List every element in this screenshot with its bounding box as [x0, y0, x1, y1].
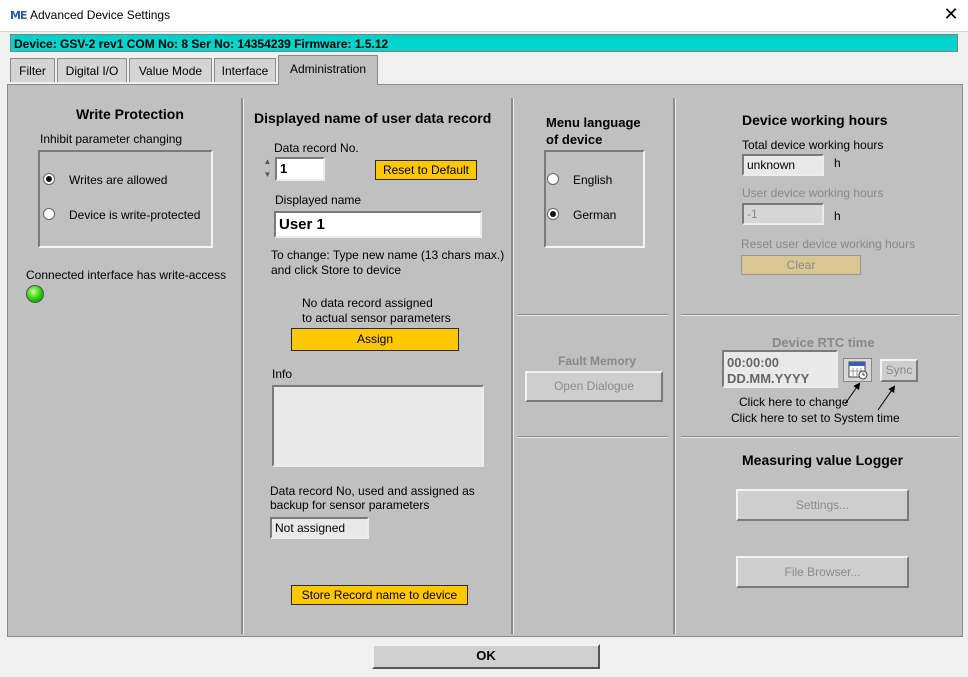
displayed-name-input[interactable]: User 1 [274, 211, 482, 238]
info-box [272, 385, 484, 467]
tab-digital-io[interactable]: Digital I/O [57, 58, 127, 82]
total-hours-unit: h [834, 156, 841, 170]
fault-memory-title: Fault Memory [558, 354, 637, 368]
total-hours-label: Total device working hours [742, 138, 884, 152]
calendar-clock-icon[interactable] [843, 358, 872, 382]
change-hint-line1: To change: Type new name (13 chars max.) [271, 248, 505, 262]
write-access-led-icon [26, 285, 44, 303]
radio-writes-allowed[interactable] [43, 173, 55, 185]
user-hours-field: -1 [742, 203, 824, 225]
section-divider [681, 314, 959, 316]
backup-label-line2: backup for sensor parameters [270, 498, 430, 512]
tab-interface[interactable]: Interface [214, 58, 276, 82]
tab-administration[interactable]: Administration [278, 55, 378, 85]
title-bar: ME Advanced Device Settings ✕ [0, 0, 968, 32]
working-hours-title: Device working hours [742, 112, 888, 128]
record-no-input[interactable]: 1 [275, 157, 325, 181]
user-hours-unit: h [834, 209, 841, 223]
ok-button[interactable]: OK [372, 644, 600, 669]
german-label: German [573, 208, 617, 222]
section-divider [518, 314, 668, 316]
user-hours-label: User device working hours [742, 186, 884, 200]
language-group [544, 150, 645, 248]
reset-to-default-button[interactable]: Reset to Default [375, 160, 477, 180]
clear-hours-button[interactable]: Clear [741, 255, 861, 275]
english-label: English [573, 173, 613, 187]
radio-english[interactable] [547, 173, 559, 185]
tab-filter[interactable]: Filter [10, 58, 55, 82]
assign-note-line2: to actual sensor parameters [302, 311, 451, 325]
writes-allowed-label: Writes are allowed [69, 173, 168, 187]
total-hours-field: unknown [742, 154, 824, 176]
user-record-title: Displayed name of user data record [254, 110, 492, 126]
rtc-change-note: Click here to change [739, 395, 849, 409]
app-logo-icon: ME [10, 9, 27, 22]
record-no-spinner-icon[interactable]: ▲ ▼ [262, 155, 273, 183]
section-divider [518, 436, 668, 438]
section-divider [681, 436, 959, 438]
sync-button[interactable]: Sync [880, 359, 918, 382]
rtc-title: Device RTC time [772, 335, 875, 350]
rtc-system-note: Click here to set to System time [731, 411, 900, 425]
device-info-bar: Device: GSV-2 rev1 COM No: 8 Ser No: 143… [10, 34, 958, 52]
write-protected-label: Device is write-protected [69, 208, 201, 222]
rtc-time: 00:00:00 [727, 355, 780, 370]
rtc-hint-arrows-icon [844, 382, 896, 411]
column-divider [241, 98, 244, 634]
backup-record-field: Not assigned [270, 517, 369, 539]
info-label: Info [272, 367, 293, 381]
logger-title: Measuring value Logger [742, 452, 904, 468]
reset-hours-label: Reset user device working hours [741, 237, 916, 251]
store-record-name-button[interactable]: Store Record name to device [291, 585, 468, 605]
column-divider [511, 98, 514, 634]
rtc-date: DD.MM.YYYY [727, 371, 810, 386]
change-hint-line2: and click Store to device [271, 263, 402, 277]
language-title-line1: Menu language [546, 115, 641, 130]
record-no-label: Data record No. [274, 141, 359, 155]
assign-button[interactable]: Assign [291, 328, 459, 351]
language-title-line2: of device [546, 132, 603, 147]
rtc-display: 00:00:00 DD.MM.YYYY [722, 350, 838, 388]
logger-settings-button[interactable]: Settings... [736, 489, 909, 521]
radio-write-protected[interactable] [43, 208, 55, 220]
column-divider [673, 98, 676, 634]
write-protection-group [38, 150, 213, 248]
write-protection-title: Write Protection [76, 106, 184, 122]
inhibit-label: Inhibit parameter changing [40, 132, 183, 146]
backup-label-line1: Data record No, used and assigned as [270, 484, 475, 498]
open-dialogue-button[interactable]: Open Dialogue [525, 371, 663, 402]
write-access-label: Connected interface has write-access [26, 268, 227, 282]
assign-note-line1: No data record assigned [302, 296, 433, 310]
tab-value-mode[interactable]: Value Mode [129, 58, 212, 82]
radio-german[interactable] [547, 208, 559, 220]
file-browser-button[interactable]: File Browser... [736, 556, 909, 588]
window-title: Advanced Device Settings [30, 8, 171, 22]
displayed-name-label: Displayed name [275, 193, 362, 207]
close-icon[interactable]: ✕ [940, 3, 962, 25]
